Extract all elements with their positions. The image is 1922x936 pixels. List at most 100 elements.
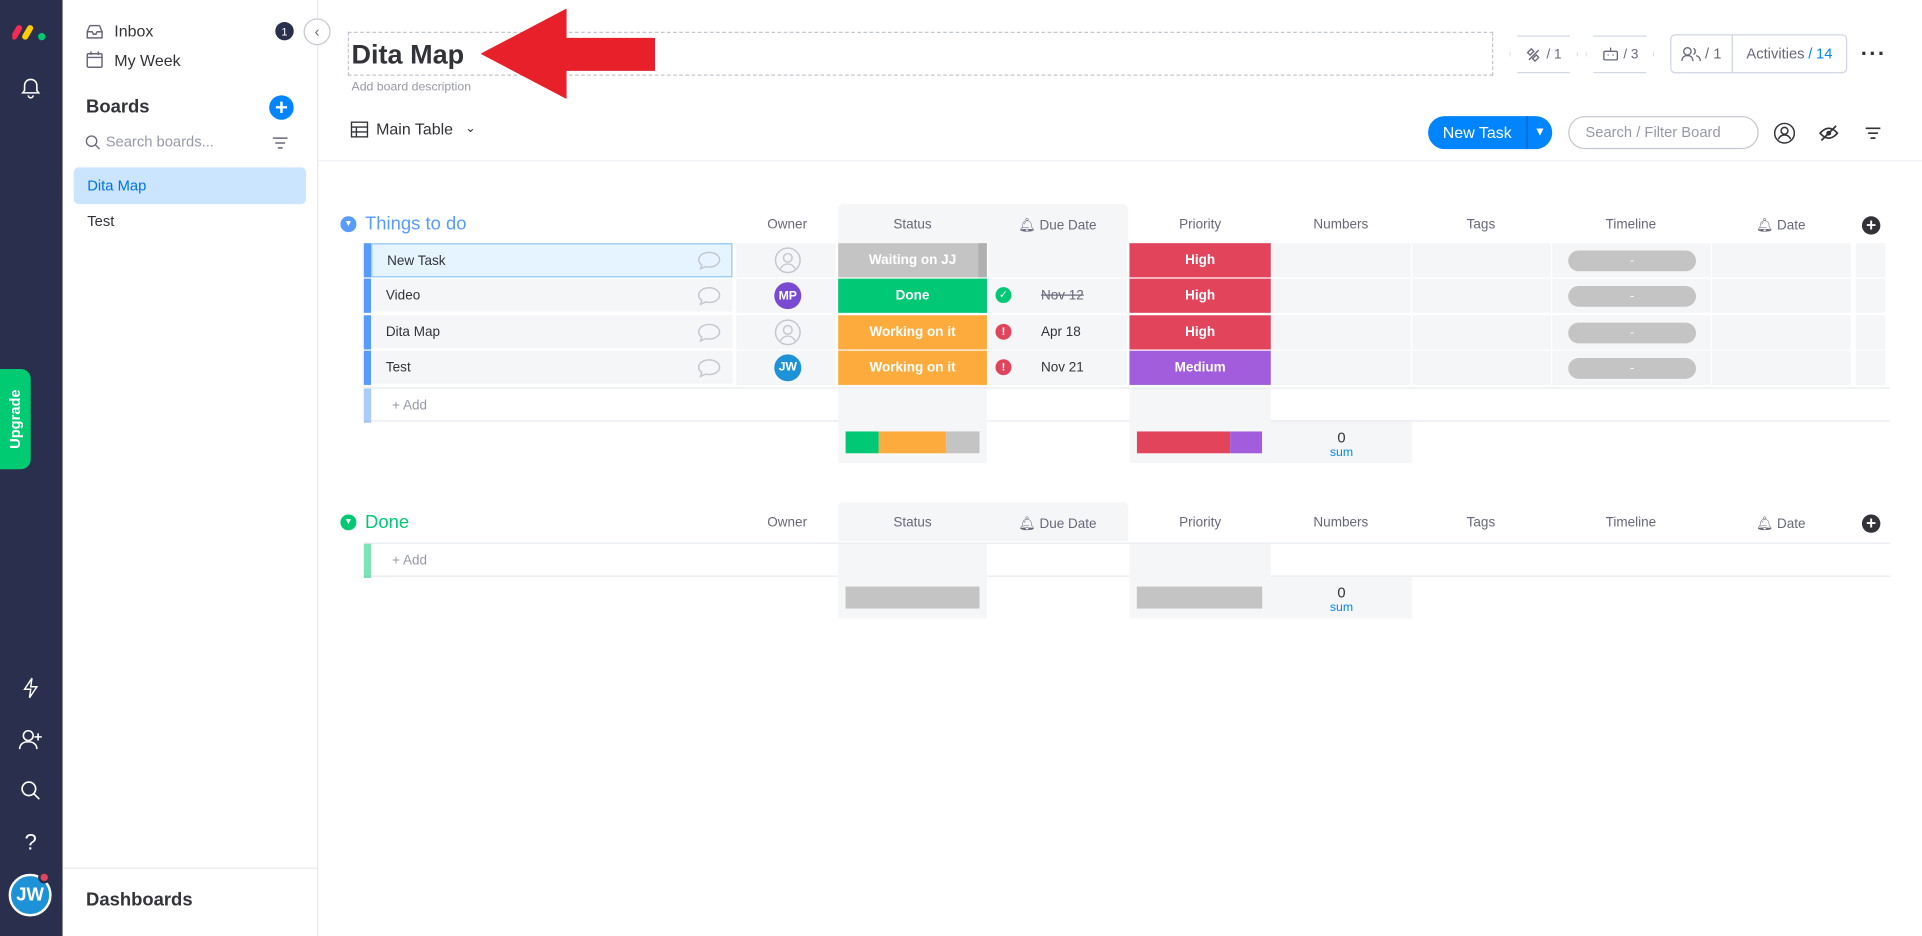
collapse-sidebar-button[interactable]: ‹ — [303, 18, 331, 46]
owner-cell[interactable] — [736, 314, 836, 349]
main-table-view-selector[interactable]: Main Table ⌄ — [350, 120, 476, 138]
automations-button[interactable]: / 3 — [1585, 35, 1655, 74]
due-date-cell[interactable]: ! Nov 21 — [988, 350, 1127, 385]
owner-cell[interactable]: JW — [736, 350, 836, 385]
search-boards-input[interactable]: Search boards... — [85, 133, 214, 150]
group-title-done[interactable]: ▼ Done — [340, 512, 409, 533]
priority-cell[interactable]: Medium — [1129, 350, 1271, 385]
more-options-icon[interactable]: ··· — [1861, 42, 1887, 68]
date-cell[interactable] — [1711, 243, 1851, 278]
table-row[interactable]: Test JW Working on it ! Nov 21 Medium - — [363, 350, 1890, 386]
due-date-cell[interactable]: ! Apr 18 — [988, 314, 1127, 349]
board-description-input[interactable]: Add board description — [351, 81, 471, 94]
table-row[interactable]: New Task Waiting on JJ High - — [363, 243, 1890, 278]
tags-cell[interactable] — [1412, 278, 1551, 314]
add-board-button[interactable]: + — [269, 95, 294, 120]
add-column-button[interactable]: + — [1861, 514, 1881, 533]
timeline-pill[interactable]: - — [1568, 322, 1697, 343]
dashboards-section[interactable]: Dashboards — [62, 867, 318, 936]
chat-bubble-icon[interactable] — [697, 251, 722, 271]
item-name-cell[interactable]: Dita Map — [371, 314, 733, 349]
add-item-row[interactable]: + Add — [363, 387, 1891, 423]
column-header-numbers[interactable]: Numbers — [1271, 516, 1411, 531]
status-cell[interactable]: Working on it — [838, 350, 987, 385]
numbers-sum-label[interactable]: sum — [1271, 446, 1412, 459]
column-header-owner[interactable]: Owner — [737, 516, 837, 531]
column-header-status[interactable]: Status — [838, 516, 987, 531]
integrations-button[interactable]: / 1 — [1509, 35, 1579, 74]
add-column-button[interactable]: + — [1861, 216, 1881, 235]
monday-logo-icon[interactable] — [12, 17, 49, 44]
search-icon[interactable] — [16, 776, 45, 805]
item-name-cell[interactable]: New Task — [371, 243, 733, 278]
status-cell[interactable]: Waiting on JJ — [838, 243, 987, 278]
column-header-due-date[interactable]: 🔔︎ Due Date — [988, 218, 1127, 234]
person-filter-icon[interactable] — [1772, 121, 1797, 145]
numbers-cell[interactable] — [1272, 350, 1411, 385]
board-item-test[interactable]: Test — [87, 213, 114, 230]
column-header-due-date[interactable]: 🔔︎ Due Date — [988, 516, 1127, 532]
item-name-cell[interactable]: Video — [371, 278, 733, 314]
tags-cell[interactable] — [1412, 350, 1551, 385]
chevron-down-icon[interactable]: ▼ — [1526, 116, 1552, 150]
column-header-owner[interactable]: Owner — [737, 218, 837, 233]
help-icon[interactable]: ? — [16, 827, 45, 856]
timeline-pill[interactable]: - — [1568, 357, 1697, 379]
status-cell[interactable]: Done — [838, 278, 987, 314]
filter-board-input[interactable]: Search / Filter Board — [1568, 116, 1759, 150]
collapse-group-icon[interactable]: ▼ — [340, 216, 357, 233]
upgrade-button[interactable]: Upgrade — [0, 369, 31, 470]
due-date-cell[interactable] — [988, 243, 1127, 278]
numbers-cell[interactable] — [1272, 278, 1411, 314]
numbers-cell[interactable] — [1272, 314, 1411, 349]
column-header-numbers[interactable]: Numbers — [1271, 218, 1411, 233]
tags-cell[interactable] — [1412, 243, 1551, 278]
filter-icon[interactable] — [1861, 121, 1886, 145]
column-header-tags[interactable]: Tags — [1411, 516, 1551, 531]
priority-cell[interactable]: High — [1129, 314, 1271, 349]
column-header-timeline[interactable]: Timeline — [1551, 516, 1711, 531]
column-header-timeline[interactable]: Timeline — [1551, 218, 1711, 233]
lightning-icon[interactable] — [16, 673, 45, 702]
empty-person-icon[interactable] — [774, 247, 801, 274]
status-cell[interactable]: Working on it — [838, 314, 987, 349]
members-button[interactable]: / 1 — [1671, 35, 1733, 73]
new-task-button[interactable]: New Task ▼ — [1428, 116, 1553, 150]
table-row[interactable]: Dita Map Working on it ! Apr 18 High - — [363, 314, 1890, 350]
due-date-cell[interactable]: ✓ Nov 12 — [988, 278, 1127, 314]
priority-cell[interactable]: High — [1129, 278, 1271, 314]
bell-icon[interactable] — [16, 73, 45, 102]
priority-cell[interactable]: High — [1129, 243, 1271, 278]
invite-user-icon[interactable] — [16, 725, 45, 754]
collapse-group-icon[interactable]: ▼ — [340, 514, 357, 531]
column-header-tags[interactable]: Tags — [1411, 218, 1551, 233]
timeline-pill[interactable]: - — [1568, 286, 1697, 308]
inbox-link[interactable]: Inbox — [85, 21, 153, 41]
column-header-priority[interactable]: Priority — [1129, 516, 1270, 531]
item-name-cell[interactable]: Test — [371, 350, 733, 385]
chat-bubble-icon[interactable] — [697, 358, 722, 378]
table-row[interactable]: Video MP Done ✓ Nov 12 High - — [363, 278, 1890, 314]
group-title-things-to-do[interactable]: ▼ Things to do — [340, 214, 466, 235]
date-cell[interactable] — [1711, 278, 1851, 314]
board-item-dita-map[interactable]: Dita Map — [73, 167, 307, 205]
my-week-link[interactable]: My Week — [85, 50, 181, 70]
chat-bubble-icon[interactable] — [697, 286, 722, 306]
owner-avatar[interactable]: MP — [774, 282, 802, 310]
column-header-date[interactable]: 🔔︎ Date — [1711, 516, 1851, 532]
numbers-sum-label[interactable]: sum — [1271, 601, 1412, 614]
column-header-status[interactable]: Status — [838, 218, 987, 233]
column-header-date[interactable]: 🔔︎ Date — [1711, 218, 1851, 234]
date-cell[interactable] — [1711, 350, 1851, 385]
date-cell[interactable] — [1711, 314, 1851, 349]
owner-cell[interactable] — [736, 243, 836, 278]
tags-cell[interactable] — [1412, 314, 1551, 349]
column-header-priority[interactable]: Priority — [1129, 218, 1270, 233]
owner-avatar[interactable]: JW — [774, 354, 802, 382]
filter-icon[interactable] — [272, 136, 289, 151]
numbers-cell[interactable] — [1272, 243, 1411, 278]
activities-button[interactable]: Activities /14 — [1733, 45, 1846, 62]
empty-person-icon[interactable] — [774, 318, 801, 345]
owner-cell[interactable]: MP — [736, 278, 836, 314]
hide-columns-icon[interactable] — [1816, 121, 1841, 145]
